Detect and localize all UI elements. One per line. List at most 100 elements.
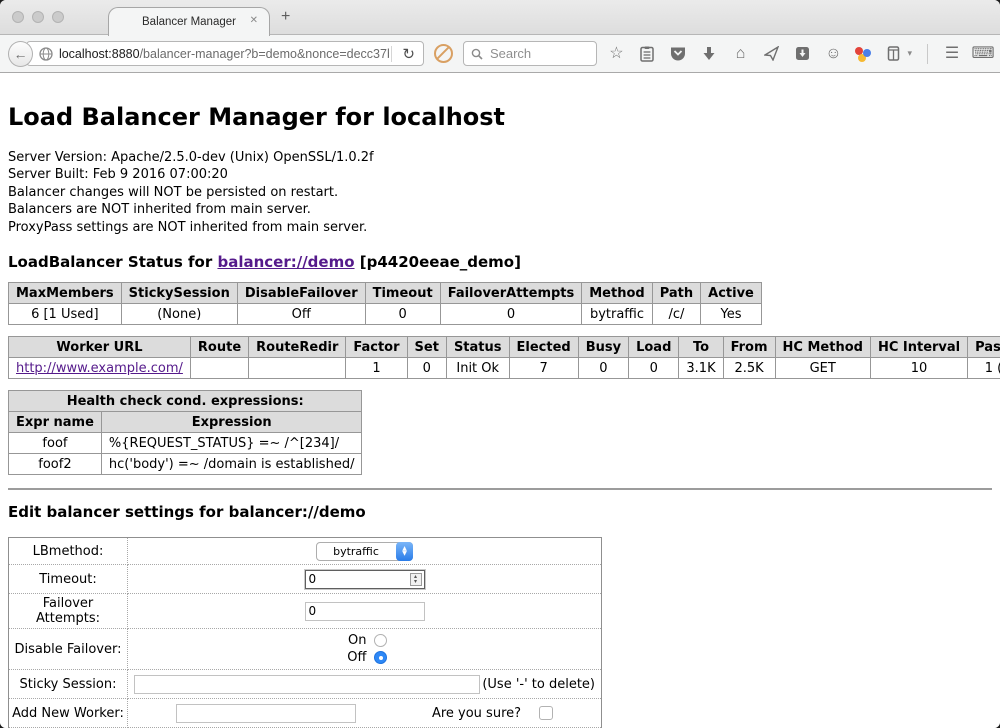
col-passes: Passes xyxy=(968,337,1000,358)
table-row: foof2 hc('body') =~ /domain is establish… xyxy=(9,454,362,475)
persist-note-line: Balancer changes will NOT be persisted o… xyxy=(8,184,992,201)
col-load: Load xyxy=(629,337,679,358)
radio-on-label: On xyxy=(343,632,367,649)
timeout-input[interactable] xyxy=(305,570,425,589)
cell-route xyxy=(190,358,248,379)
section-divider xyxy=(8,488,992,490)
page-content: Load Balancer Manager for localhost Serv… xyxy=(0,73,1000,728)
failover-attempts-row: Failover Attempts: xyxy=(9,594,602,629)
cell-expr-name: foof2 xyxy=(9,454,102,475)
toolbar-icons: ☆ ⌂ ☺ ▾ ☰ ⌨ xyxy=(607,44,992,64)
sticky-session-input[interactable] xyxy=(134,675,480,694)
are-you-sure-checkbox[interactable] xyxy=(539,706,553,720)
window-controls xyxy=(12,11,64,23)
browser-window: Balancer Manager ✕ + ← localhost:8880/ba… xyxy=(0,0,1000,728)
downloads-icon[interactable] xyxy=(700,46,718,61)
toolbar-separator xyxy=(927,44,928,64)
bookmark-star-icon[interactable]: ☆ xyxy=(607,45,625,63)
reload-icon[interactable]: ↻ xyxy=(394,45,423,63)
cell-from: 2.5K xyxy=(723,358,775,379)
chat-smiley-icon[interactable]: ☺ xyxy=(824,45,842,63)
url-domain: localhost:8880 xyxy=(59,47,140,61)
disable-failover-off-radio[interactable] xyxy=(374,651,387,664)
col-set: Set xyxy=(407,337,446,358)
disable-failover-row: Disable Failover: On Off xyxy=(9,629,602,670)
col-expr-name: Expr name xyxy=(9,412,102,433)
col-routeredir: RouteRedir xyxy=(249,337,346,358)
search-bar[interactable] xyxy=(463,41,598,66)
timeout-label: Timeout: xyxy=(9,565,128,594)
add-worker-row: Add New Worker: Are you sure? xyxy=(9,699,602,728)
col-from: From xyxy=(723,337,775,358)
table-header-row: MaxMembers StickySession DisableFailover… xyxy=(9,283,762,304)
server-built-line: Server Built: Feb 9 2016 07:00:20 xyxy=(8,166,992,183)
are-you-sure-label: Are you sure? xyxy=(432,706,521,721)
col-to: To xyxy=(679,337,723,358)
timeout-row: Timeout: ▴▾ xyxy=(9,565,602,594)
menu-hamburger-icon[interactable]: ☰ xyxy=(943,45,961,63)
cell-set: 0 xyxy=(407,358,446,379)
cell-passes: 1 (0) xyxy=(968,358,1000,379)
cell-failoverattempts: 0 xyxy=(440,304,582,325)
loadbalancer-status-heading: LoadBalancer Status for balancer://demo … xyxy=(8,253,992,271)
cell-path: /c/ xyxy=(652,304,700,325)
zoom-window-button[interactable] xyxy=(52,11,64,23)
cell-stickysession: (None) xyxy=(121,304,237,325)
panel-download-icon[interactable] xyxy=(793,46,811,61)
col-disablefailover: DisableFailover xyxy=(237,283,365,304)
lbmethod-selected-value: bytraffic xyxy=(333,545,379,558)
sticky-session-label: Sticky Session: xyxy=(9,670,128,699)
extension-colordots-icon[interactable] xyxy=(855,46,871,62)
col-timeout: Timeout xyxy=(365,283,440,304)
chevron-down-icon[interactable]: ▾ xyxy=(907,48,912,59)
bookmarks-panel-icon[interactable] xyxy=(638,46,656,62)
disable-failover-on-radio[interactable] xyxy=(374,634,387,647)
col-active: Active xyxy=(701,283,762,304)
cell-busy: 0 xyxy=(578,358,628,379)
globe-icon xyxy=(39,47,53,61)
col-hc-method: HC Method xyxy=(775,337,870,358)
number-stepper-icon[interactable]: ▴▾ xyxy=(410,573,422,586)
server-version-line: Server Version: Apache/2.5.0-dev (Unix) … xyxy=(8,149,992,166)
failover-attempts-input[interactable] xyxy=(305,602,425,621)
back-button[interactable]: ← xyxy=(8,41,33,67)
new-tab-button[interactable]: + xyxy=(281,8,290,26)
table-header-row: Expr name Expression xyxy=(9,412,362,433)
search-icon xyxy=(471,48,483,60)
col-stickysession: StickySession xyxy=(121,283,237,304)
table-row: 6 [1 Used] (None) Off 0 0 bytraffic /c/ … xyxy=(9,304,762,325)
col-status: Status xyxy=(446,337,509,358)
close-window-button[interactable] xyxy=(12,11,24,23)
tab-bar: Balancer Manager ✕ + xyxy=(0,0,1000,35)
minimize-window-button[interactable] xyxy=(32,11,44,23)
pocket-icon[interactable] xyxy=(669,46,687,61)
cell-maxmembers: 6 [1 Used] xyxy=(9,304,122,325)
sticky-session-row: Sticky Session: (Use '-' to delete) xyxy=(9,670,602,699)
status-heading-prefix: LoadBalancer Status for xyxy=(8,253,217,271)
col-expression: Expression xyxy=(101,412,362,433)
search-input[interactable] xyxy=(488,45,590,62)
edit-balancer-form: LBmethod: bytraffic ▲▼ Timeout: ▴▾ xyxy=(8,537,602,728)
send-tab-icon[interactable] xyxy=(762,46,780,61)
lbmethod-select[interactable]: bytraffic ▲▼ xyxy=(316,542,413,561)
add-worker-input[interactable] xyxy=(176,704,356,723)
cell-expr-name: foof xyxy=(9,433,102,454)
home-icon[interactable]: ⌂ xyxy=(731,45,749,63)
health-check-title: Health check cond. expressions: xyxy=(9,391,362,412)
navigation-toolbar: ← localhost:8880/balancer-manager?b=demo… xyxy=(0,35,1000,73)
col-hc-interval: HC Interval xyxy=(870,337,967,358)
close-tab-icon[interactable]: ✕ xyxy=(250,15,258,26)
cell-hc-method: GET xyxy=(775,358,870,379)
content-blocked-icon[interactable] xyxy=(434,44,453,63)
cell-elected: 7 xyxy=(509,358,578,379)
table-row: foof %{REQUEST_STATUS} =~ /^[234]/ xyxy=(9,433,362,454)
containers-icon[interactable] xyxy=(884,46,902,61)
url-bar[interactable]: localhost:8880/balancer-manager?b=demo&n… xyxy=(26,41,424,66)
tab-balancer-manager[interactable]: Balancer Manager ✕ xyxy=(108,7,270,36)
col-failoverattempts: FailoverAttempts xyxy=(440,283,582,304)
keyboard-icon[interactable]: ⌨ xyxy=(974,45,992,63)
balancer-demo-link[interactable]: balancer://demo xyxy=(217,253,354,271)
status-heading-suffix: [p4420eeae_demo] xyxy=(355,253,521,271)
url-text[interactable]: localhost:8880/balancer-manager?b=demo&n… xyxy=(59,47,389,61)
worker-url-link[interactable]: http://www.example.com/ xyxy=(16,361,183,376)
